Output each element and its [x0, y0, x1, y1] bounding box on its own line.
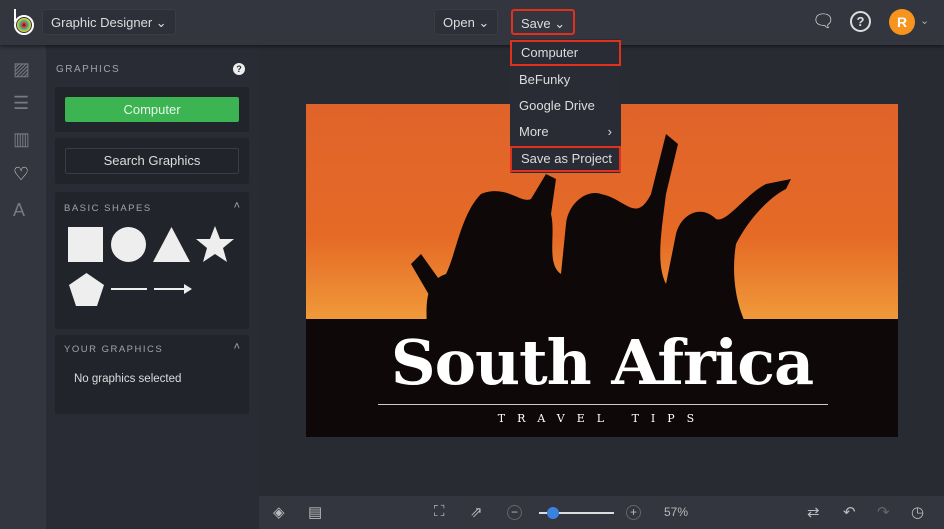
image-icon[interactable]: ▨ [13, 59, 30, 80]
chevron-up-icon[interactable]: ˄ [234, 341, 240, 353]
menu-item-more[interactable]: More › [510, 119, 621, 145]
undo-icon[interactable]: ↶ [843, 503, 856, 521]
help-icon[interactable]: ? [850, 11, 871, 32]
heart-icon[interactable]: ♡ [13, 164, 29, 185]
layout-icon[interactable]: ▥ [13, 129, 30, 150]
top-bar: Graphic Designer ⌄ Open ⌄ Save ⌄ 🗨 ? R ⌄ [0, 0, 944, 45]
line-shape[interactable] [111, 288, 147, 290]
star-shape[interactable] [196, 226, 234, 262]
square-shape[interactable] [68, 227, 103, 262]
arrow-shape[interactable] [154, 283, 192, 295]
avatar[interactable]: R [889, 9, 915, 35]
graphics-panel: GRAPHICS ? Computer Search Graphics BASI… [46, 45, 259, 529]
zoom-level: 57% [664, 505, 689, 519]
menu-item-befunky[interactable]: BeFunky [510, 67, 621, 93]
computer-card: Computer [55, 87, 249, 132]
your-graphics-section: YOUR GRAPHICS ˄ No graphics selected [55, 335, 249, 414]
pentagon-shape[interactable] [69, 273, 104, 306]
save-button[interactable]: Save ⌄ [511, 9, 576, 35]
circle-shape[interactable] [111, 227, 146, 262]
expand-icon[interactable]: ⇗ [470, 503, 483, 521]
open-button[interactable]: Open ⌄ [434, 9, 499, 35]
computer-upload-button[interactable]: Computer [65, 97, 239, 122]
basic-shapes-section: BASIC SHAPES ˄ [55, 192, 249, 329]
menu-item-google-drive[interactable]: Google Drive [510, 93, 621, 119]
empty-message: No graphics selected [74, 373, 182, 385]
chevron-right-icon: › [607, 124, 612, 139]
title-underline [378, 404, 828, 405]
save-dropdown-menu: Computer BeFunky Google Drive More › Save… [510, 39, 621, 173]
your-graphics-heading: YOUR GRAPHICS [64, 344, 164, 355]
image-subtitle: TRAVEL TIPS [497, 412, 707, 425]
app-mode-dropdown[interactable]: Graphic Designer ⌄ [42, 9, 176, 35]
chevron-down-icon[interactable]: ⌄ [920, 14, 929, 27]
text-icon[interactable]: A [13, 200, 25, 221]
menu-item-save-as-project[interactable]: Save as Project [510, 146, 621, 172]
redo-icon[interactable]: ↷ [877, 503, 890, 521]
history-icon[interactable]: ◷ [911, 503, 924, 521]
zoom-in-button[interactable]: + [626, 505, 641, 520]
zoom-slider-handle[interactable] [546, 507, 559, 519]
basic-shapes-heading: BASIC SHAPES [64, 203, 152, 214]
zoom-out-button[interactable]: − [507, 505, 522, 520]
bottom-toolbar: ◈ ▤ ⛶ ⇗ − + 57% ⇄ ↶ ↷ ◷ [259, 496, 944, 529]
adjust-icon[interactable]: ☰ [13, 93, 29, 114]
panel-title: GRAPHICS [56, 64, 121, 75]
flip-icon[interactable]: ⇄ [807, 503, 820, 521]
image-title: South Africa [390, 326, 814, 399]
comments-icon[interactable]: 🗨 [812, 11, 835, 32]
fit-to-screen-icon[interactable]: ⛶ [434, 503, 445, 520]
search-graphics-button[interactable]: Search Graphics [65, 148, 239, 174]
menu-item-computer[interactable]: Computer [510, 40, 621, 66]
layers-icon[interactable]: ◈ [273, 503, 285, 521]
search-card: Search Graphics [55, 138, 249, 184]
left-rail: ▨ ☰ ▥ ♡ A [0, 45, 46, 529]
befunky-logo[interactable] [12, 8, 36, 36]
help-icon[interactable]: ? [233, 63, 245, 75]
layout-icon[interactable]: ▤ [308, 503, 322, 521]
chevron-up-icon[interactable]: ˄ [234, 200, 240, 212]
triangle-shape[interactable] [153, 227, 190, 262]
